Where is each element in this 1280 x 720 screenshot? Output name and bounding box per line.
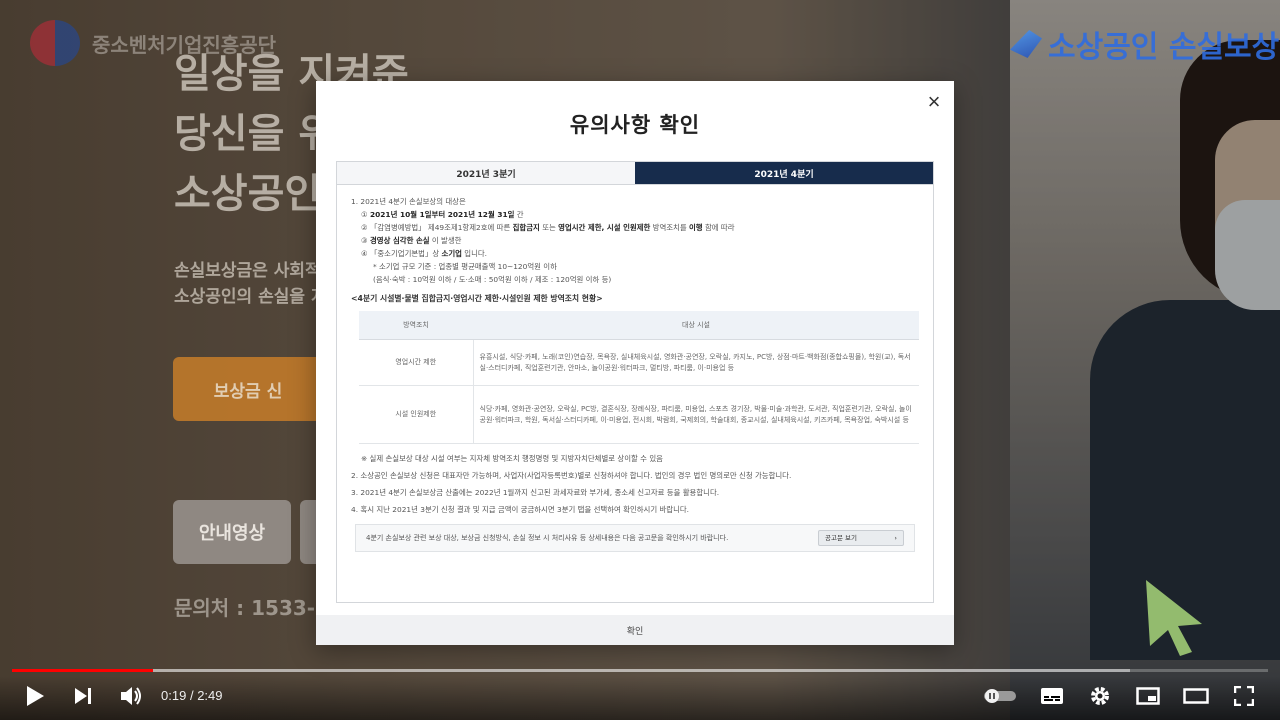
subtitles-icon[interactable] <box>1032 676 1072 716</box>
confirm-button[interactable]: 확인 <box>621 623 650 638</box>
theater-icon[interactable] <box>1176 676 1216 716</box>
play-icon[interactable] <box>15 676 55 716</box>
announcement-box: 4분기 손실보상 관련 보상 대상, 보상금 신청방식, 손실 정보 시 처리사… <box>355 524 915 552</box>
item3-text: 3. 2021년 4분기 손실보상금 산출에는 2022년 1월까지 신고된 과… <box>351 488 720 497</box>
table-cell-measure: 시설 인원제한 <box>359 385 474 444</box>
government-emblem-icon <box>30 20 80 66</box>
item1-loss: ③ 경영상 심각한 손실 이 발생한 <box>351 234 919 247</box>
item4-text: 4. 혹시 지난 2021년 3분기 신청 결과 및 지급 금액이 궁금하시면 … <box>351 505 690 514</box>
brand-name: 소상공인 손실보상 <box>1048 30 1280 65</box>
loss-text: 경영상 심각한 손실 <box>370 236 430 245</box>
tab-2021-q4[interactable]: 2021년 4분기 <box>635 162 933 184</box>
next-icon[interactable] <box>63 676 103 716</box>
small-business-text: 소기업 <box>441 249 462 258</box>
tab-2021-q3[interactable]: 2021년 3분기 <box>337 162 635 184</box>
measures-or: 또는 <box>542 223 556 232</box>
modal-content: 1. 2021년 4분기 손실보상의 대상은 ① 2021년 10월 1일부터 … <box>336 185 934 603</box>
facility-note: ※ 실제 손실보상 대상 시설 여부는 지자체 방역조치 행정명령 및 지방자치… <box>361 454 663 463</box>
time-display: 0:19 / 2:49 <box>161 676 223 716</box>
table-cell-measure: 영업시간 제한 <box>359 339 474 386</box>
measure-limits: 영업시간 제한, 시설 인원제한 <box>558 223 651 232</box>
table-header-facilities: 대상 시설 <box>473 311 919 340</box>
cursor-pointer-icon <box>1146 580 1202 656</box>
table-row: 영업시간 제한 유흥시설, 식당·카페, 노래(코인)연습장, 목욕장, 실내체… <box>359 339 919 386</box>
progress-played <box>12 669 154 672</box>
item1-title: 1. 2021년 4분기 손실보상의 대상은 <box>351 197 466 206</box>
measure-comply: 이행 <box>689 223 703 232</box>
headline-line-2: 당신을 위 <box>174 111 336 157</box>
circle-number-3: ③ <box>361 236 368 245</box>
period-suffix: 간 <box>516 210 524 219</box>
subtext-line-1: 손실보상금은 사회적 <box>174 261 321 281</box>
announcement-text: 4분기 손실보상 관련 보상 대상, 보상금 신청방식, 손실 정보 시 처리사… <box>366 533 729 542</box>
measures-suffix: 함에 따라 <box>704 223 735 232</box>
small-business-suffix: 입니다. <box>464 249 488 258</box>
item1-small-business: ④ 「중소기업기본법」상 소기업 입니다. <box>351 247 919 260</box>
small-business-prefix: ④ 「중소기업기본법」상 <box>361 249 440 258</box>
table-header-row: 방역조치 대상 시설 <box>359 311 919 340</box>
measure-ban: 집합금지 <box>512 223 540 232</box>
measures-prefix: ② 「감염병예방법」 제49조제1항제2호에 따른 <box>361 223 511 232</box>
measures-text: 방역조치를 <box>652 223 687 232</box>
table-header-measure: 방역조치 <box>359 311 473 340</box>
video-guide-button: 안내영상 <box>173 500 291 564</box>
item2-text: 2. 소상공인 손실보상 신청은 대표자만 가능하며, 사업자(사업자등록번호)… <box>351 471 792 480</box>
loss-suffix: 이 발생한 <box>431 236 462 245</box>
fullscreen-icon[interactable] <box>1224 676 1264 716</box>
item1-note-1: * 소기업 규모 기준 : 업종별 평균매출액 10~120억원 이하 <box>373 262 557 271</box>
apply-button: 보상금 신 <box>173 357 323 421</box>
circle-number-1: ① <box>361 210 368 219</box>
video-frame[interactable]: 중소벤처기업진흥공단 소상공인 손실보상 일상을 지켜준 당신을 위 소상공인 … <box>0 0 1280 720</box>
period-text: 2021년 10월 1일부터 2021년 12월 31일 <box>370 210 515 219</box>
brand-logo: 소상공인 손실보상 <box>1010 22 1279 66</box>
player-controls: 0:19 / 2:49 <box>0 676 1280 720</box>
item1-period: ① 2021년 10월 1일부터 2021년 12월 31일 간 <box>351 208 919 221</box>
progress-buffered <box>12 669 1130 672</box>
item1-measures: ② 「감염병예방법」 제49조제1항제2호에 따른 집합금지 또는 영업시간 제… <box>351 221 919 234</box>
table-cell-facilities: 유흥시설, 식당·카페, 노래(코인)연습장, 목욕장, 실내체육시설, 영화관… <box>473 339 919 386</box>
table-row: 시설 인원제한 식당·카페, 영화관·공연장, 오락실, PC방, 결혼식장, … <box>359 385 919 444</box>
notice-modal: × 유의사항 확인 2021년 3분기 2021년 4분기 1. 2021년 4… <box>316 81 954 645</box>
volume-icon[interactable] <box>111 676 151 716</box>
duration: 2:49 <box>197 688 223 703</box>
table-title: <4분기 시설별·물별 집합금지·영업시간 제한·시설인원 제한 방역조치 현황… <box>351 294 603 303</box>
progress-bar[interactable] <box>12 666 1268 674</box>
miniplayer-icon[interactable] <box>1128 676 1168 716</box>
current-time: 0:19 <box>161 688 187 703</box>
modal-footer: 확인 <box>316 615 954 645</box>
headline-line-3: 소상공인 <box>174 171 322 217</box>
subtext-line-2: 소상공인의 손실을 지 <box>174 287 327 307</box>
item1-note-2: (음식·숙박 : 10억원 이하 / 도·소매 : 50억원 이하 / 제조 :… <box>373 275 612 284</box>
view-announcement-label: 공고문 보기 <box>825 533 857 542</box>
quarter-tabs: 2021년 3분기 2021년 4분기 <box>336 161 934 185</box>
table-cell-facilities: 식당·카페, 영화관·공연장, 오락실, PC방, 결혼식장, 장례식장, 파티… <box>473 385 919 444</box>
settings-icon[interactable] <box>1080 676 1120 716</box>
view-announcement-button[interactable]: 공고문 보기 › <box>818 530 904 546</box>
measures-table: 방역조치 대상 시설 영업시간 제한 유흥시설, 식당·카페, 노래(코인)연습… <box>359 311 919 444</box>
autoplay-toggle[interactable] <box>980 676 1020 716</box>
time-separator: / <box>189 688 194 703</box>
brand-bird-icon <box>1010 30 1042 58</box>
modal-title: 유의사항 확인 <box>569 113 701 137</box>
chevron-right-icon: › <box>894 533 897 542</box>
